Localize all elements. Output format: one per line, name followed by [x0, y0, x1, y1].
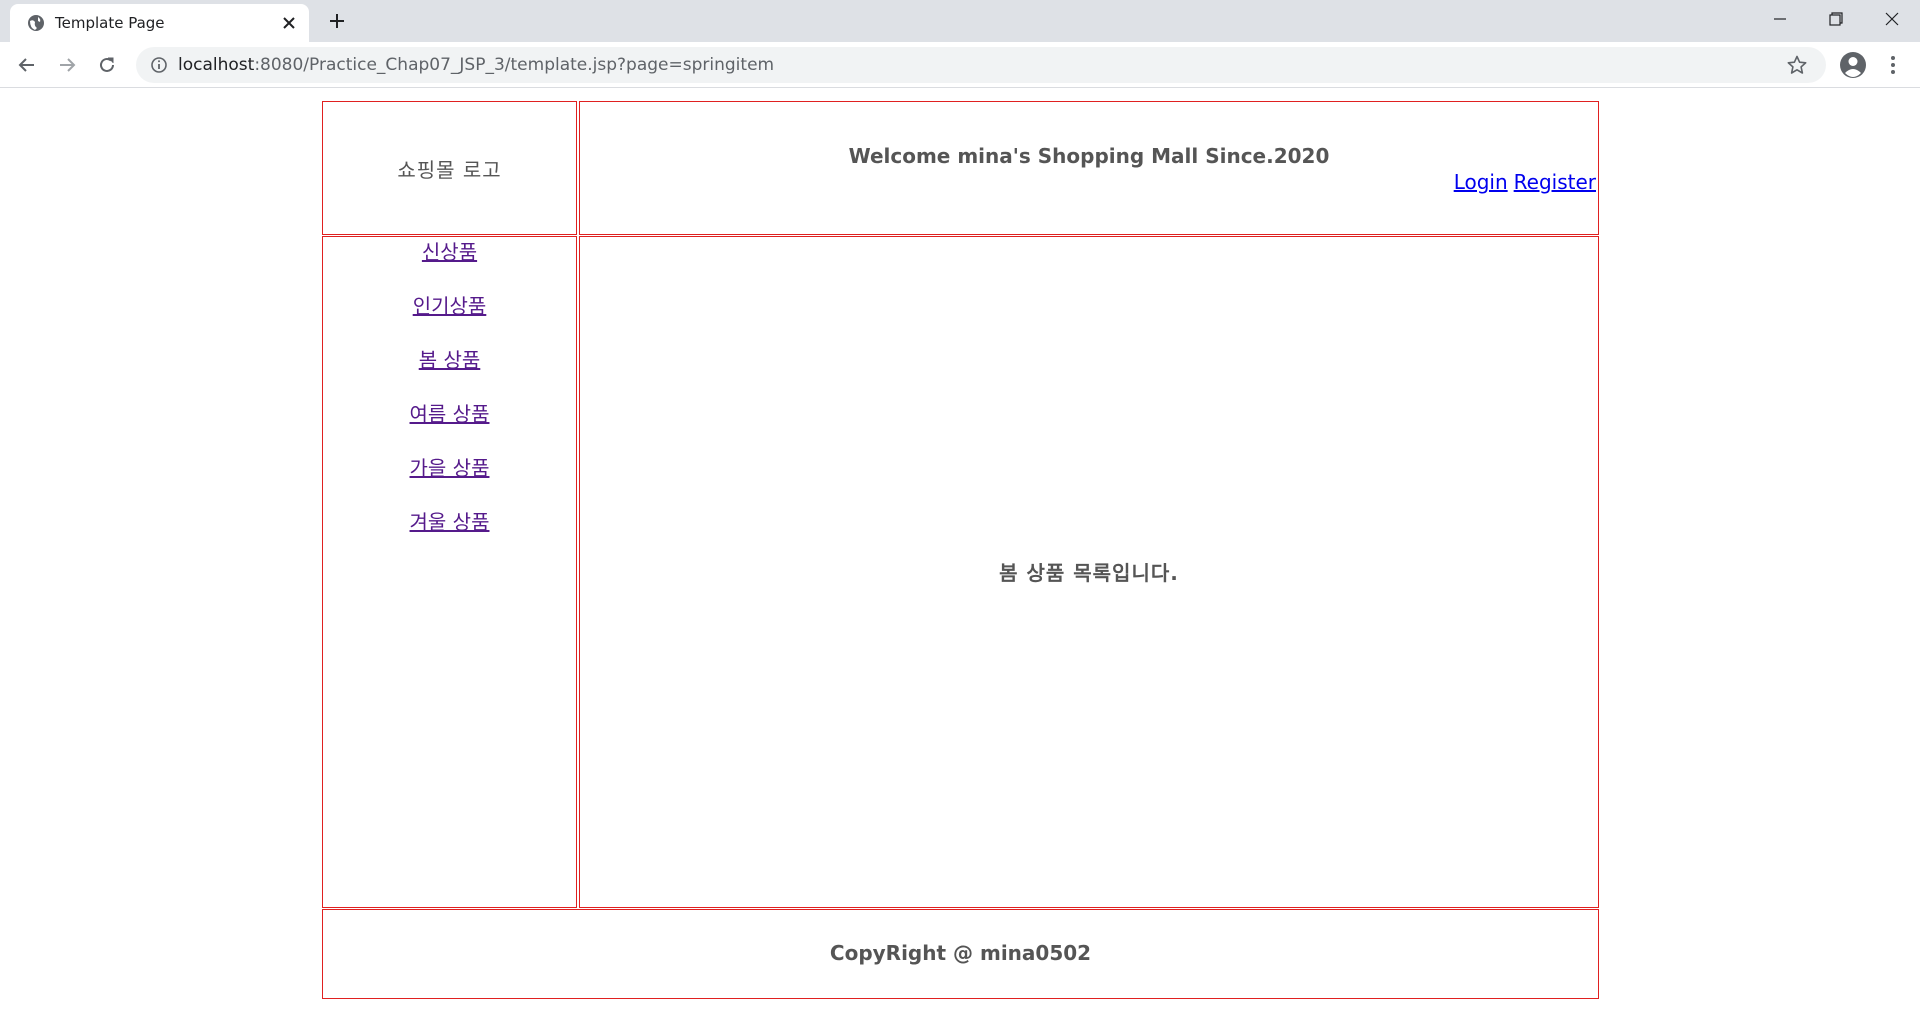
browser-toolbar: localhost:8080/Practice_Chap07_JSP_3/tem…	[0, 42, 1920, 88]
menu-link-autumn-items[interactable]: 가을 상품	[410, 456, 490, 480]
close-tab-icon[interactable]	[280, 14, 298, 32]
list-item: 봄 상품	[323, 347, 576, 401]
shop-logo-text: 쇼핑몰 로고	[397, 158, 502, 182]
tab-title: Template Page	[55, 14, 165, 32]
close-window-icon[interactable]	[1864, 0, 1920, 38]
back-icon[interactable]	[13, 51, 41, 79]
forward-icon[interactable]	[53, 51, 81, 79]
list-item: 겨울 상품	[323, 509, 576, 563]
welcome-heading: Welcome mina's Shopping Mall Since.2020	[848, 144, 1330, 168]
category-menu: 신상품 인기상품 봄 상품 여름 상품 가을 상품 겨울 상품	[322, 236, 577, 908]
footer-cell: CopyRight @ mina0502	[322, 909, 1599, 999]
menu-link-popular-items[interactable]: 인기상품	[413, 294, 487, 318]
url-text[interactable]: localhost:8080/Practice_Chap07_JSP_3/tem…	[178, 54, 774, 76]
url-host: localhost	[178, 55, 255, 75]
new-tab-icon[interactable]	[325, 9, 349, 33]
register-link[interactable]: Register	[1514, 170, 1596, 194]
tab-strip: Template Page	[0, 0, 1920, 42]
list-item: 가을 상품	[323, 455, 576, 509]
page-viewport: 쇼핑몰 로고 Welcome mina's Shopping Mall Sinc…	[0, 88, 1920, 1030]
menu-link-summer-items[interactable]: 여름 상품	[410, 402, 490, 426]
address-bar[interactable]: localhost:8080/Practice_Chap07_JSP_3/tem…	[136, 47, 1826, 83]
profile-avatar-icon[interactable]	[1838, 50, 1868, 80]
content-cell: 봄 상품 목록입니다.	[579, 236, 1599, 908]
content-message: 봄 상품 목록입니다.	[999, 561, 1179, 585]
menu-link-new-items[interactable]: 신상품	[422, 240, 477, 264]
list-item: 여름 상품	[323, 401, 576, 455]
auth-links: Login Register	[1448, 170, 1596, 194]
minimize-icon[interactable]	[1752, 0, 1808, 38]
logo-cell: 쇼핑몰 로고	[322, 101, 577, 235]
more-menu-icon[interactable]	[1882, 52, 1904, 78]
category-list: 신상품 인기상품 봄 상품 여름 상품 가을 상품 겨울 상품	[323, 239, 576, 563]
info-icon[interactable]	[150, 56, 168, 74]
bookmark-star-icon[interactable]	[1786, 54, 1808, 76]
globe-icon	[26, 13, 46, 33]
copyright-text: CopyRight @ mina0502	[829, 941, 1092, 965]
header-cell: Welcome mina's Shopping Mall Since.2020 …	[579, 101, 1599, 235]
list-item: 신상품	[323, 239, 576, 293]
list-item: 인기상품	[323, 293, 576, 347]
browser-tab[interactable]: Template Page	[10, 4, 309, 42]
restore-icon[interactable]	[1808, 0, 1864, 38]
menu-link-spring-items[interactable]: 봄 상품	[419, 348, 481, 372]
url-path: :8080/Practice_Chap07_JSP_3/template.jsp…	[254, 55, 775, 75]
login-link[interactable]: Login	[1454, 170, 1508, 194]
reload-icon[interactable]	[93, 51, 121, 79]
menu-link-winter-items[interactable]: 겨울 상품	[410, 510, 490, 534]
